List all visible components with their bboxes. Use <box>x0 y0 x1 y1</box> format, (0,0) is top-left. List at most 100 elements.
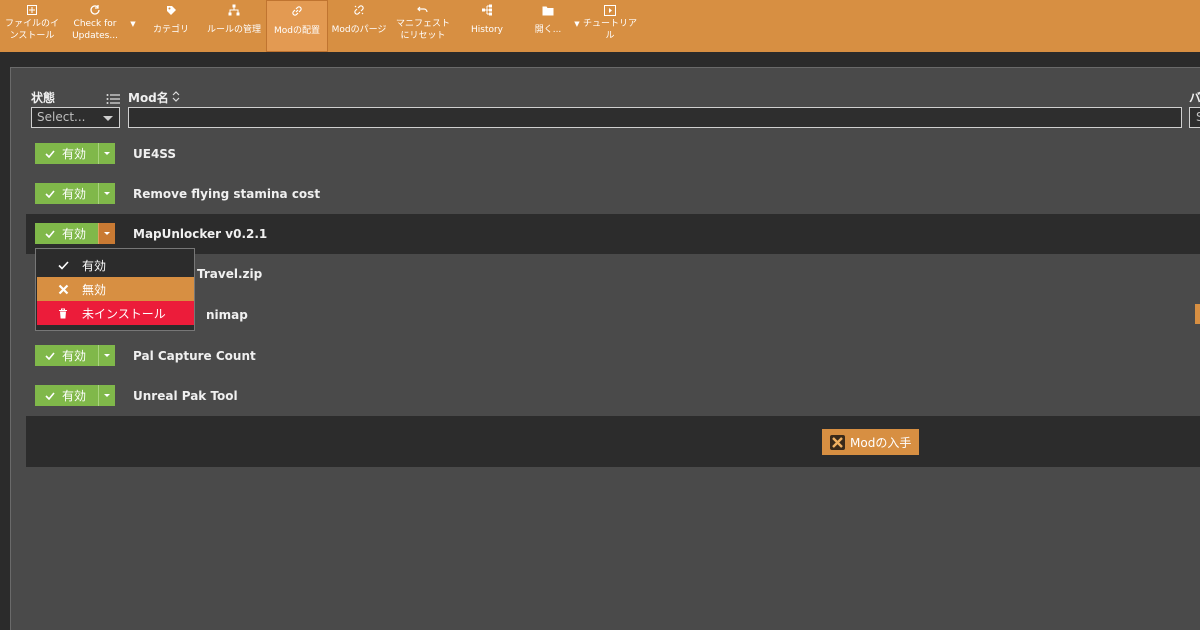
state-button[interactable]: 有効 <box>35 223 98 244</box>
mod-name: Travel.zip <box>197 267 263 281</box>
tb-label: ンストール <box>9 31 55 41</box>
mod-name: nimap <box>206 308 248 322</box>
table-row[interactable]: 有効 MapUnlocker v0.2.1 <box>26 214 1200 254</box>
tag-icon <box>165 4 177 16</box>
tb-label: マニフェスト <box>395 19 450 29</box>
purge-mods-button[interactable]: Modのパージ <box>328 0 390 52</box>
tb-label: ファイルのイ <box>4 19 59 29</box>
categories-button[interactable]: カテゴリ <box>140 0 202 52</box>
check-icon <box>45 351 55 360</box>
mod-name: Remove flying stamina cost <box>133 187 321 201</box>
reset-manifest-button[interactable]: マニフェスト にリセット <box>390 0 456 52</box>
state-button[interactable]: 有効 <box>35 385 98 406</box>
link-icon <box>291 5 303 17</box>
refresh-icon <box>89 4 101 16</box>
plus-square-icon <box>26 4 38 16</box>
table-row[interactable]: nimap <box>26 295 1200 335</box>
table-row[interactable]: 有効 Pal Capture Count <box>26 336 1200 376</box>
caret-down-icon <box>104 232 110 235</box>
state-dropdown-toggle[interactable] <box>98 385 115 406</box>
state-label: 有効 <box>62 389 87 403</box>
sort-icon <box>172 90 180 105</box>
table-row[interactable]: Travel.zip <box>26 254 1200 294</box>
version-filter-select[interactable]: S <box>1189 107 1200 128</box>
check-icon <box>56 260 70 270</box>
state-label: 有効 <box>62 349 87 363</box>
check-updates-dropdown[interactable]: ▼ <box>126 0 140 52</box>
state-button[interactable]: 有効 <box>35 345 98 366</box>
state-label: 有効 <box>62 187 87 201</box>
history-tree-icon <box>481 4 493 16</box>
get-mods-label: Modの入手 <box>850 435 912 450</box>
tb-label: Modのパージ <box>331 25 387 35</box>
tb-label: ル <box>605 31 615 41</box>
mod-name-filter-input[interactable] <box>128 107 1182 128</box>
mod-name: Pal Capture Count <box>133 349 256 363</box>
check-updates-button[interactable]: Check for Updates... <box>64 0 126 52</box>
install-from-file-button[interactable]: ファイルのイ ンストール <box>0 0 64 52</box>
menu-item-disabled[interactable]: 無効 <box>37 277 194 301</box>
get-mods-button[interactable]: Modの入手 <box>822 429 919 455</box>
tb-label: 開く... <box>534 25 562 35</box>
mod-name: UE4SS <box>133 147 177 161</box>
tb-label: Updates... <box>72 31 118 41</box>
check-icon <box>45 391 55 400</box>
manage-rules-button[interactable]: ルールの管理 <box>202 0 266 52</box>
check-icon <box>45 149 55 158</box>
state-dropdown-menu: 有効 無効 未インストール <box>35 248 195 331</box>
history-button[interactable]: History <box>456 0 518 52</box>
unlink-icon <box>353 4 365 16</box>
caret-down-icon: ▼ <box>574 20 580 28</box>
check-icon <box>45 189 55 198</box>
table-row[interactable]: 有効 Remove flying stamina cost <box>26 174 1200 214</box>
main-toolbar: ファイルのイ ンストール Check for Updates... ▼ カテゴリ ル… <box>0 0 1200 52</box>
video-icon <box>604 4 616 16</box>
tutorial-button[interactable]: チュートリアル <box>582 0 638 52</box>
undo-icon <box>417 4 429 16</box>
menu-item-label: 無効 <box>82 282 107 297</box>
tb-label: にリセット <box>400 31 446 41</box>
menu-item-uninstall[interactable]: 未インストール <box>37 301 194 325</box>
folder-icon <box>542 4 554 16</box>
mod-name: Unreal Pak Tool <box>133 389 238 403</box>
caret-down-icon <box>104 354 110 357</box>
column-header-mod-name[interactable]: Mod名 <box>128 89 180 106</box>
table-row[interactable]: 有効 Unreal Pak Tool <box>26 376 1200 416</box>
caret-down-icon: ▼ <box>130 20 136 28</box>
column-header-status[interactable]: 状態 <box>31 89 55 106</box>
menu-item-label: 有効 <box>82 258 107 273</box>
state-dropdown-toggle[interactable] <box>98 143 115 164</box>
check-icon <box>45 229 55 238</box>
row-action-tag[interactable] <box>1195 304 1200 324</box>
nexus-logo-icon <box>830 434 845 450</box>
state-dropdown-toggle[interactable] <box>98 223 115 244</box>
tb-label: カテゴリ <box>152 25 189 35</box>
tb-label: Check for <box>73 19 117 29</box>
close-icon <box>56 284 70 295</box>
menu-item-label: 未インストール <box>82 306 166 321</box>
status-filter-select[interactable]: Select... <box>31 107 120 128</box>
menu-item-enabled[interactable]: 有効 <box>37 253 194 277</box>
tb-label: チュートリア <box>582 19 637 29</box>
state-label: 有効 <box>62 227 87 241</box>
caret-down-icon <box>104 394 110 397</box>
column-header-version[interactable]: バ <box>1189 89 1200 106</box>
list-footer <box>26 416 1200 467</box>
open-dropdown[interactable]: ▼ <box>572 0 582 52</box>
state-button[interactable]: 有効 <box>35 183 98 204</box>
state-dropdown-toggle[interactable] <box>98 345 115 366</box>
mod-name: MapUnlocker v0.2.1 <box>133 227 268 241</box>
tb-label: Modの配置 <box>274 26 320 36</box>
table-row[interactable]: 有効 UE4SS <box>26 134 1200 174</box>
caret-down-icon <box>104 152 110 155</box>
column-header-label: Mod名 <box>128 91 169 105</box>
caret-down-icon <box>103 116 113 121</box>
tb-label: ルールの管理 <box>206 25 261 35</box>
open-button[interactable]: 開く... <box>524 0 572 52</box>
state-dropdown-toggle[interactable] <box>98 183 115 204</box>
sitemap-icon <box>228 4 240 16</box>
status-filter-value: Select... <box>37 110 86 124</box>
deploy-mods-button[interactable]: Modの配置 <box>266 0 328 52</box>
state-label: 有効 <box>62 147 87 161</box>
state-button[interactable]: 有効 <box>35 143 98 164</box>
